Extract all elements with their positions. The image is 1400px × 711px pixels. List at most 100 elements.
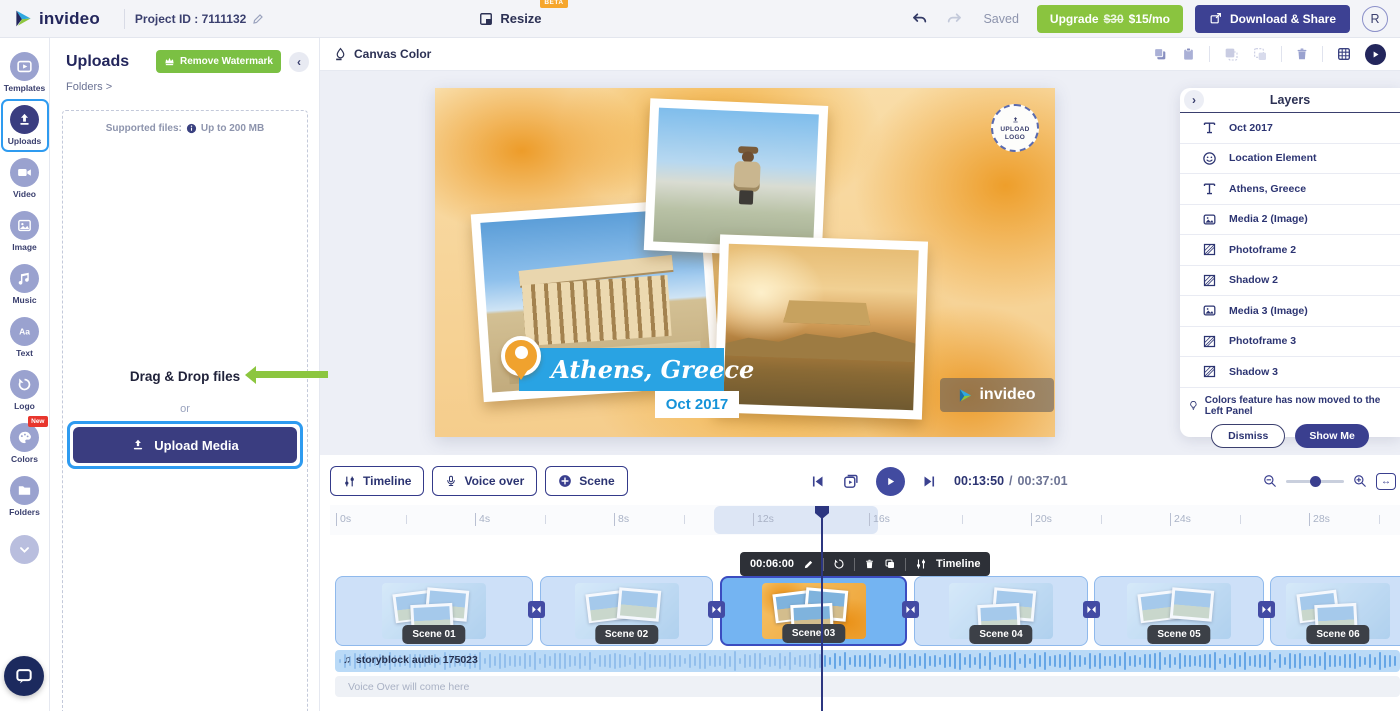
layer-row[interactable]: Location Element bbox=[1180, 144, 1400, 175]
folders-breadcrumb[interactable]: Folders > bbox=[50, 79, 319, 101]
drop-zone[interactable]: Supported files: Up to 200 MB Drag & Dro… bbox=[62, 110, 308, 711]
redo-button[interactable] bbox=[943, 9, 965, 29]
chevron-down-icon bbox=[10, 535, 39, 564]
brand-name: invideo bbox=[39, 9, 100, 29]
delete-scene-icon[interactable] bbox=[864, 558, 875, 570]
music-note-icon: ♫ bbox=[343, 654, 351, 666]
layer-row[interactable]: Media 3 (Image) bbox=[1180, 296, 1400, 327]
date-box[interactable]: Oct 2017 bbox=[655, 391, 739, 418]
saved-status: Saved bbox=[983, 12, 1018, 26]
timecode: 00:13:50 / 00:37:01 bbox=[954, 474, 1068, 488]
duplicate-scene-icon[interactable] bbox=[884, 558, 896, 570]
upload-logo-placeholder[interactable]: UPLOADLOGO bbox=[991, 104, 1039, 152]
undo-button[interactable] bbox=[909, 9, 931, 29]
zoom-out-icon[interactable] bbox=[1263, 474, 1277, 488]
copy-icon[interactable] bbox=[1152, 46, 1168, 62]
delete-icon[interactable] bbox=[1295, 46, 1309, 62]
scene-block-4[interactable]: Scene 04 bbox=[914, 576, 1088, 646]
layer-row[interactable]: Photoframe 3 bbox=[1180, 327, 1400, 358]
logo-icon bbox=[10, 370, 39, 399]
layer-row[interactable]: Media 2 (Image) bbox=[1180, 205, 1400, 236]
edit-pencil-icon[interactable] bbox=[252, 13, 264, 25]
divider bbox=[124, 9, 125, 29]
invideo-logo[interactable]: invideo bbox=[0, 9, 114, 29]
layer-row[interactable]: Photoframe 2 bbox=[1180, 235, 1400, 266]
transition-button[interactable] bbox=[1083, 601, 1100, 618]
location-ribbon[interactable]: Athens, Greece bbox=[519, 348, 724, 391]
layer-row[interactable]: Oct 2017 bbox=[1180, 113, 1400, 144]
upgrade-button[interactable]: Upgrade$30$15/mo bbox=[1037, 5, 1183, 33]
zoom-in-icon[interactable] bbox=[1353, 474, 1367, 488]
photo-traveler[interactable] bbox=[644, 98, 828, 258]
sidebar-item-folders[interactable]: Folders bbox=[1, 470, 49, 523]
upload-media-button[interactable]: Upload Media bbox=[73, 427, 297, 463]
grid-icon[interactable] bbox=[1336, 46, 1352, 62]
scene-block-5[interactable]: Scene 05 bbox=[1094, 576, 1264, 646]
sidebar-item-video[interactable]: Video bbox=[1, 152, 49, 205]
user-avatar[interactable]: R bbox=[1362, 6, 1388, 32]
drag-drop-pointer-arrow bbox=[256, 371, 328, 378]
folders-icon bbox=[10, 476, 39, 505]
sidebar-item-image[interactable]: Image bbox=[1, 205, 49, 258]
invideo-logo-icon bbox=[14, 9, 33, 28]
zoom-slider[interactable] bbox=[1286, 480, 1344, 483]
dismiss-button[interactable]: Dismiss bbox=[1211, 424, 1285, 448]
transition-button[interactable] bbox=[528, 601, 545, 618]
collapse-panel-button[interactable]: ‹ bbox=[289, 52, 309, 72]
scene-block-3-selected[interactable]: Scene 03 bbox=[720, 576, 907, 646]
add-scene-button[interactable]: Scene bbox=[545, 466, 627, 496]
canvas-preview[interactable]: Athens, Greece Oct 2017 UPLOADLOGO invid… bbox=[435, 88, 1055, 437]
playhead-line[interactable] bbox=[821, 506, 823, 711]
sidebar-item-uploads[interactable]: Uploads bbox=[1, 99, 49, 152]
photo-cityscape[interactable] bbox=[714, 234, 928, 419]
scene-preview-icon[interactable] bbox=[842, 473, 859, 490]
chat-support-button[interactable] bbox=[4, 656, 44, 696]
transition-button[interactable] bbox=[1258, 601, 1275, 618]
video-icon bbox=[10, 158, 39, 187]
layer-row[interactable]: Athens, Greece bbox=[1180, 174, 1400, 205]
timeline-edit-icon[interactable] bbox=[915, 558, 927, 570]
scene-block-2[interactable]: Scene 02 bbox=[540, 576, 713, 646]
audio-track[interactable]: ♫ storyblock audio 175023 bbox=[335, 650, 1400, 672]
info-icon[interactable] bbox=[186, 123, 197, 134]
show-me-button[interactable]: Show Me bbox=[1295, 424, 1369, 448]
layer-row[interactable]: Shadow 2 bbox=[1180, 266, 1400, 297]
sidebar-item-text[interactable]: Aa Text bbox=[1, 311, 49, 364]
play-button[interactable] bbox=[876, 467, 905, 496]
upload-logo-icon bbox=[1011, 116, 1020, 125]
layer-row[interactable]: Shadow 3 bbox=[1180, 357, 1400, 388]
voice-over-button[interactable]: Voice over bbox=[432, 466, 537, 496]
canvas-color-button[interactable]: Canvas Color bbox=[334, 47, 431, 61]
quick-play-button[interactable] bbox=[1365, 44, 1386, 65]
scene-block-6[interactable]: Scene 06 bbox=[1270, 576, 1400, 646]
sidebar-more-button[interactable] bbox=[1, 523, 49, 576]
beta-badge: BETA bbox=[540, 0, 567, 8]
replace-icon[interactable] bbox=[833, 558, 845, 570]
skip-end-icon[interactable] bbox=[922, 474, 937, 489]
edit-duration-icon[interactable] bbox=[803, 559, 814, 570]
zoom-slider-knob[interactable] bbox=[1310, 476, 1321, 487]
remove-watermark-button[interactable]: Remove Watermark bbox=[156, 50, 281, 73]
expand-layers-button[interactable]: › bbox=[1184, 90, 1204, 110]
download-share-button[interactable]: Download & Share bbox=[1195, 5, 1350, 33]
sidebar-item-templates[interactable]: Templates bbox=[1, 46, 49, 99]
paste-icon[interactable] bbox=[1181, 46, 1196, 62]
scene-block-1[interactable]: Scene 01 bbox=[335, 576, 533, 646]
voiceover-track[interactable]: Voice Over will come here bbox=[335, 676, 1400, 697]
scene-label: Scene 02 bbox=[595, 625, 658, 644]
ruler-label: 24s bbox=[1170, 513, 1191, 526]
send-backward-icon[interactable] bbox=[1223, 46, 1239, 62]
sidebar-item-logo[interactable]: Logo bbox=[1, 364, 49, 417]
transition-button[interactable] bbox=[708, 601, 725, 618]
skip-start-icon[interactable] bbox=[810, 474, 825, 489]
bring-forward-icon[interactable] bbox=[1252, 46, 1268, 62]
sidebar-item-music[interactable]: Music bbox=[1, 258, 49, 311]
timeline-view-button[interactable]: Timeline bbox=[330, 466, 424, 496]
sidebar-item-colors[interactable]: New Colors bbox=[1, 417, 49, 470]
location-pin-icon[interactable] bbox=[501, 336, 541, 376]
fit-timeline-button[interactable]: ↔ bbox=[1376, 473, 1396, 490]
text-layer-icon bbox=[1202, 120, 1217, 135]
resize-button[interactable]: Resize BETA bbox=[479, 11, 541, 26]
transition-button[interactable] bbox=[902, 601, 919, 618]
scene-duration[interactable]: 00:06:00 bbox=[750, 558, 794, 570]
